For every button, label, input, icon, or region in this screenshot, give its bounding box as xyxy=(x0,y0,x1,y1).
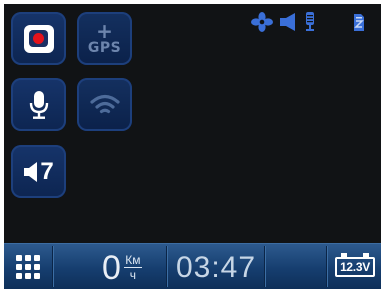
speed-display: 0 Км ч xyxy=(102,244,164,289)
record-icon xyxy=(23,24,54,53)
speed-unit-bottom: ч xyxy=(129,268,137,282)
speed-value: 0 xyxy=(102,248,121,287)
speed-unit-top: Км xyxy=(125,253,141,267)
wifi-icon xyxy=(89,94,120,113)
bar-divider xyxy=(264,246,265,287)
volume-button[interactable]: 7 xyxy=(11,145,66,198)
battery-icon: 12.3V xyxy=(335,252,375,277)
speed-unit: Км ч xyxy=(123,253,142,282)
bar-divider xyxy=(166,246,167,287)
gps-button[interactable]: + GPS xyxy=(77,12,132,65)
plus-icon: + xyxy=(96,18,113,43)
clock-display: 03:47 xyxy=(170,244,262,289)
bar-divider xyxy=(52,246,53,287)
microphone-status-icon xyxy=(303,12,317,32)
voltage-value: 12.3V xyxy=(340,259,370,274)
volume-level: 7 xyxy=(40,157,54,185)
speaker-icon xyxy=(24,161,38,182)
dashcam-screen: + GPS 7 0 Км ч 03:47 12.3V xyxy=(0,0,381,289)
grid-menu-icon xyxy=(16,254,40,279)
display-area: + GPS 7 xyxy=(4,4,381,243)
microphone-icon xyxy=(29,90,48,119)
status-icons xyxy=(251,12,365,32)
microphone-button[interactable] xyxy=(11,78,66,131)
bar-divider xyxy=(326,246,327,287)
sd-card-icon xyxy=(353,12,365,32)
battery-display: 12.3V xyxy=(331,244,379,289)
record-button[interactable] xyxy=(11,12,66,65)
clock-time: 03:47 xyxy=(175,250,257,284)
gps-label: GPS xyxy=(87,39,122,56)
bottom-bar: 0 Км ч 03:47 12.3V xyxy=(4,243,381,289)
menu-button[interactable] xyxy=(4,244,52,289)
speaker-status-icon xyxy=(279,13,297,31)
fan-icon xyxy=(251,12,273,32)
wifi-button[interactable] xyxy=(77,78,132,131)
